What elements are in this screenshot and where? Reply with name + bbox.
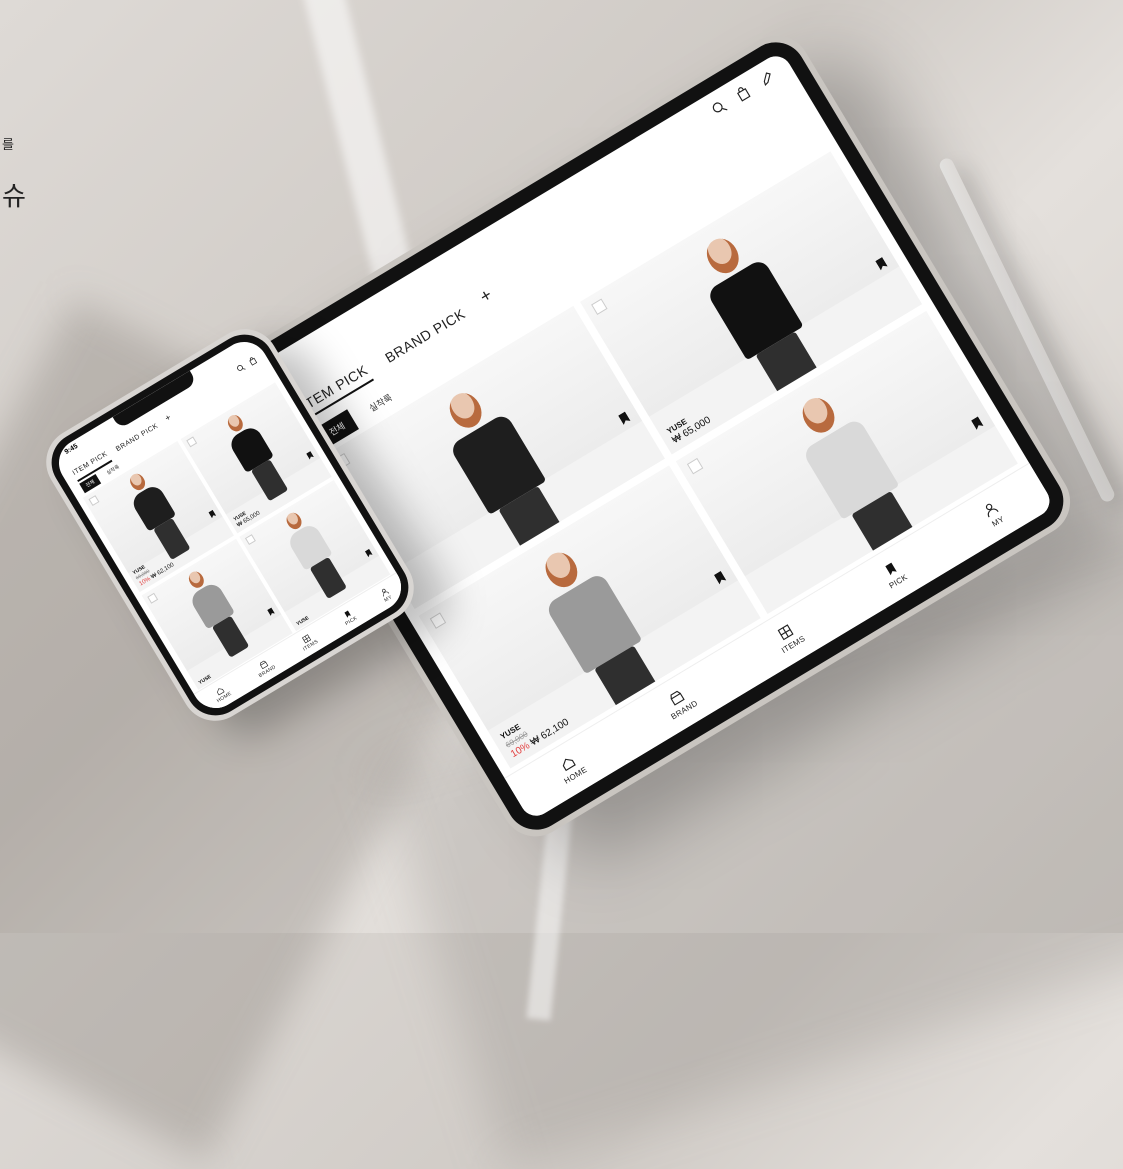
tablet-device: ITEM PICK BRAND PICK + 전체 실착룩 YUSE ₩ 65,0…: [229, 22, 1083, 850]
nav-item-pick[interactable]: PICK: [339, 607, 358, 627]
shopping-bag-icon[interactable]: [733, 84, 752, 103]
tab-add[interactable]: +: [476, 284, 498, 311]
model-figure: [177, 564, 258, 667]
nav-item-items[interactable]: ITEMS: [297, 631, 319, 652]
side-caption-line1: 를: [2, 137, 14, 152]
nav-item-my[interactable]: MY: [378, 586, 393, 603]
tab-add[interactable]: +: [163, 412, 175, 427]
tab-item[interactable]: BRAND PICK: [115, 423, 162, 457]
nav-item-brand[interactable]: BRAND: [253, 656, 277, 679]
search-icon[interactable]: [235, 363, 246, 374]
nav-item-items[interactable]: ITEMS: [771, 619, 807, 655]
status-time: 9:45: [63, 442, 80, 456]
nav-item-pick[interactable]: PICK: [879, 558, 909, 590]
tablet-screen: ITEM PICK BRAND PICK + 전체 실착룩 YUSE ₩ 65,0…: [256, 50, 1056, 822]
nav-label: MY: [990, 514, 1006, 529]
side-caption-line2: 슈: [2, 181, 26, 211]
tablet-bezel: ITEM PICK BRAND PICK + 전체 실착룩 YUSE ₩ 65,0…: [237, 31, 1075, 841]
nav-item-home[interactable]: HOME: [554, 750, 589, 786]
product-grid: YUSE ₩ 65,000 YUSE 69,000 10% ₩ 62,100: [322, 151, 1018, 769]
nav-item-brand[interactable]: BRAND: [661, 684, 699, 721]
search-icon[interactable]: [709, 98, 728, 117]
edit-icon[interactable]: [757, 69, 776, 88]
shopping-bag-icon[interactable]: [247, 355, 258, 366]
header-actions: [709, 69, 776, 117]
nav-item-my[interactable]: MY: [981, 499, 1006, 529]
model-figure: [216, 407, 297, 510]
tab-item[interactable]: BRAND PICK: [382, 305, 470, 369]
model-figure: [275, 505, 356, 608]
product-meta: YUSE ₩ 65,000: [665, 406, 713, 447]
header-actions: [235, 355, 258, 373]
nav-item-home[interactable]: HOME: [211, 683, 233, 704]
